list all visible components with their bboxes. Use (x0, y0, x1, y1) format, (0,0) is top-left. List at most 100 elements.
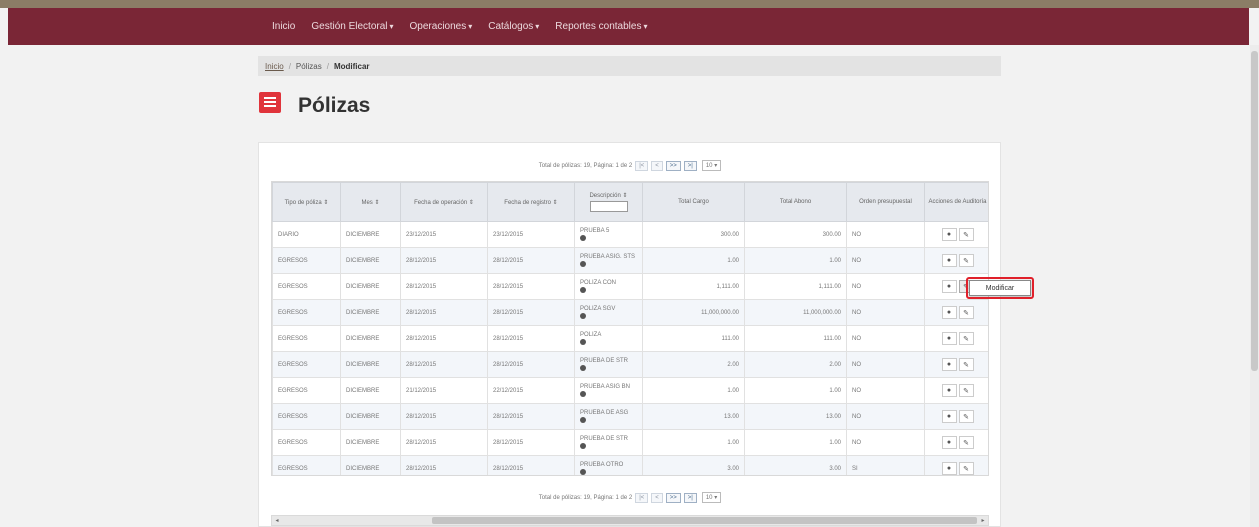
page-size-value: 10 (705, 495, 713, 501)
cell-cargo: 11,000,000.00 (642, 299, 745, 326)
polizas-panel: Total de pólizas: 19, Página: 1 de 2 |< … (258, 142, 1001, 527)
cell-descripcion: PRUEBA DE ASG (574, 403, 643, 430)
next-page-button[interactable]: >> (665, 160, 681, 171)
pager-top: Total de pólizas: 19, Página: 1 de 2 |< … (271, 157, 989, 174)
column-header[interactable]: Tipo de póliza ⇕ (272, 182, 341, 222)
nav-item-2[interactable]: Operaciones ▾ (410, 21, 473, 32)
info-icon[interactable] (580, 443, 586, 449)
first-page-button[interactable]: |< (635, 492, 649, 503)
pencil-icon[interactable]: ✎ (958, 228, 974, 241)
sort-icon[interactable]: ⇕ (322, 200, 328, 206)
info-icon[interactable] (580, 339, 586, 345)
pencil-icon[interactable]: ✎ (958, 358, 974, 371)
nav-item-3[interactable]: Catálogos ▾ (488, 21, 539, 32)
last-page-button[interactable]: >| (683, 160, 697, 171)
eye-icon[interactable]: ● (941, 462, 957, 475)
description-text: POLIZA CON (580, 280, 617, 286)
sort-icon[interactable]: ⇕ (373, 200, 379, 206)
description-filter-input[interactable] (589, 201, 628, 212)
description-text: PRUEBA OTRO (580, 462, 624, 468)
info-icon[interactable] (580, 287, 586, 293)
cell-abono: 11,000,000.00 (744, 299, 847, 326)
pencil-icon[interactable]: ✎ (958, 254, 974, 267)
eye-icon[interactable]: ● (941, 280, 957, 293)
row-actions: ● ✎ (930, 306, 985, 319)
eye-icon[interactable]: ● (941, 332, 957, 345)
info-icon[interactable] (580, 391, 586, 397)
sort-icon[interactable]: ⇕ (621, 193, 627, 199)
column-header[interactable]: Descripción ⇕ (574, 182, 643, 222)
first-page-button[interactable]: |< (635, 160, 649, 171)
description-text: PRUEBA ASIG BN (580, 384, 631, 390)
cell-fecha_reg: 28/12/2015 (487, 273, 575, 300)
info-icon[interactable] (580, 261, 586, 267)
page-vertical-scrollbar[interactable] (1250, 45, 1259, 527)
column-header-label: Orden presupuestal (859, 199, 912, 205)
prev-page-button[interactable]: < (651, 492, 663, 503)
cell-mes: DICIEMBRE (340, 273, 401, 300)
cell-mes: DICIEMBRE (340, 455, 401, 475)
cell-tipo: EGRESOS (272, 403, 341, 430)
description-content: POLIZA CON (580, 280, 637, 293)
cell-fecha_reg: 28/12/2015 (487, 247, 575, 274)
nav-item-label: Gestión Electoral (311, 21, 388, 32)
prev-page-button[interactable]: < (651, 160, 663, 171)
column-header[interactable]: Fecha de registro ⇕ (487, 182, 575, 222)
cell-abono: 1.00 (744, 377, 847, 404)
pencil-icon[interactable]: ✎ (958, 306, 974, 319)
eye-icon[interactable]: ● (941, 358, 957, 371)
table-horizontal-scrollbar[interactable]: ◂ ▸ (271, 515, 989, 526)
description-content: PRUEBA OTRO (580, 462, 637, 475)
scroll-left-icon[interactable]: ◂ (272, 516, 282, 525)
cell-tipo: EGRESOS (272, 247, 341, 274)
page-size-select[interactable]: 10 ▾ (701, 160, 722, 171)
breadcrumb-current: Modificar (333, 61, 370, 71)
table-scroll-thumb[interactable] (432, 517, 977, 524)
info-icon[interactable] (580, 417, 586, 423)
cell-orden: NO (846, 247, 925, 274)
table-row: EGRESOS DICIEMBRE 28/12/2015 28/12/2015 POLI… (272, 273, 988, 300)
row-actions: ● ✎ (930, 462, 985, 475)
info-icon[interactable] (580, 365, 586, 371)
info-icon[interactable] (580, 235, 586, 241)
pencil-icon[interactable]: ✎ (958, 384, 974, 397)
scroll-right-icon[interactable]: ▸ (978, 516, 988, 525)
cell-abono: 1.00 (744, 429, 847, 456)
cell-abono: 1,111.00 (744, 273, 847, 300)
eye-icon[interactable]: ● (941, 306, 957, 319)
eye-icon[interactable]: ● (941, 436, 957, 449)
sort-icon[interactable]: ⇕ (551, 200, 558, 206)
pencil-icon[interactable]: ✎ (958, 332, 974, 345)
eye-icon[interactable]: ● (941, 410, 957, 423)
info-icon[interactable] (580, 313, 586, 319)
column-header[interactable]: Fecha de operación ⇕ (400, 182, 488, 222)
polizas-table-wrapper[interactable]: Tipo de póliza ⇕ Mes ⇕ Fecha de operación … (271, 181, 989, 476)
info-icon[interactable] (580, 469, 586, 475)
row-actions: ● ✎ (930, 436, 985, 449)
cell-descripcion: PRUEBA 5 (574, 221, 643, 248)
pencil-icon[interactable]: ✎ (958, 410, 974, 423)
column-header[interactable]: Mes ⇕ (340, 182, 401, 222)
eye-icon[interactable]: ● (941, 384, 957, 397)
column-header-label: Total Abono (779, 199, 812, 205)
top-border (0, 0, 1259, 8)
cell-mes: DICIEMBRE (340, 403, 401, 430)
nav-item-4[interactable]: Reportes contables ▾ (555, 21, 647, 32)
next-page-button[interactable]: >> (665, 492, 681, 503)
nav-item-label: Reportes contables (555, 21, 642, 32)
pencil-icon[interactable]: ✎ (958, 436, 974, 449)
breadcrumb-home-link[interactable]: Inicio (265, 62, 284, 71)
nav-item-1[interactable]: Gestión Electoral ▾ (311, 21, 393, 32)
cell-abono: 111.00 (744, 325, 847, 352)
nav-menu: Inicio Gestión Electoral ▾ Operaciones ▾ Catá… (272, 8, 647, 45)
description-text: POLIZA (580, 332, 602, 338)
page-scroll-thumb[interactable] (1251, 51, 1258, 371)
eye-icon[interactable]: ● (941, 228, 957, 241)
sort-icon[interactable]: ⇕ (467, 200, 474, 206)
eye-icon[interactable]: ● (941, 254, 957, 267)
chevron-down-icon: ▾ (468, 22, 473, 31)
pencil-icon[interactable]: ✎ (958, 462, 974, 475)
page-size-select[interactable]: 10 ▾ (701, 492, 722, 503)
last-page-button[interactable]: >| (683, 492, 697, 503)
nav-item-0[interactable]: Inicio (272, 21, 295, 32)
